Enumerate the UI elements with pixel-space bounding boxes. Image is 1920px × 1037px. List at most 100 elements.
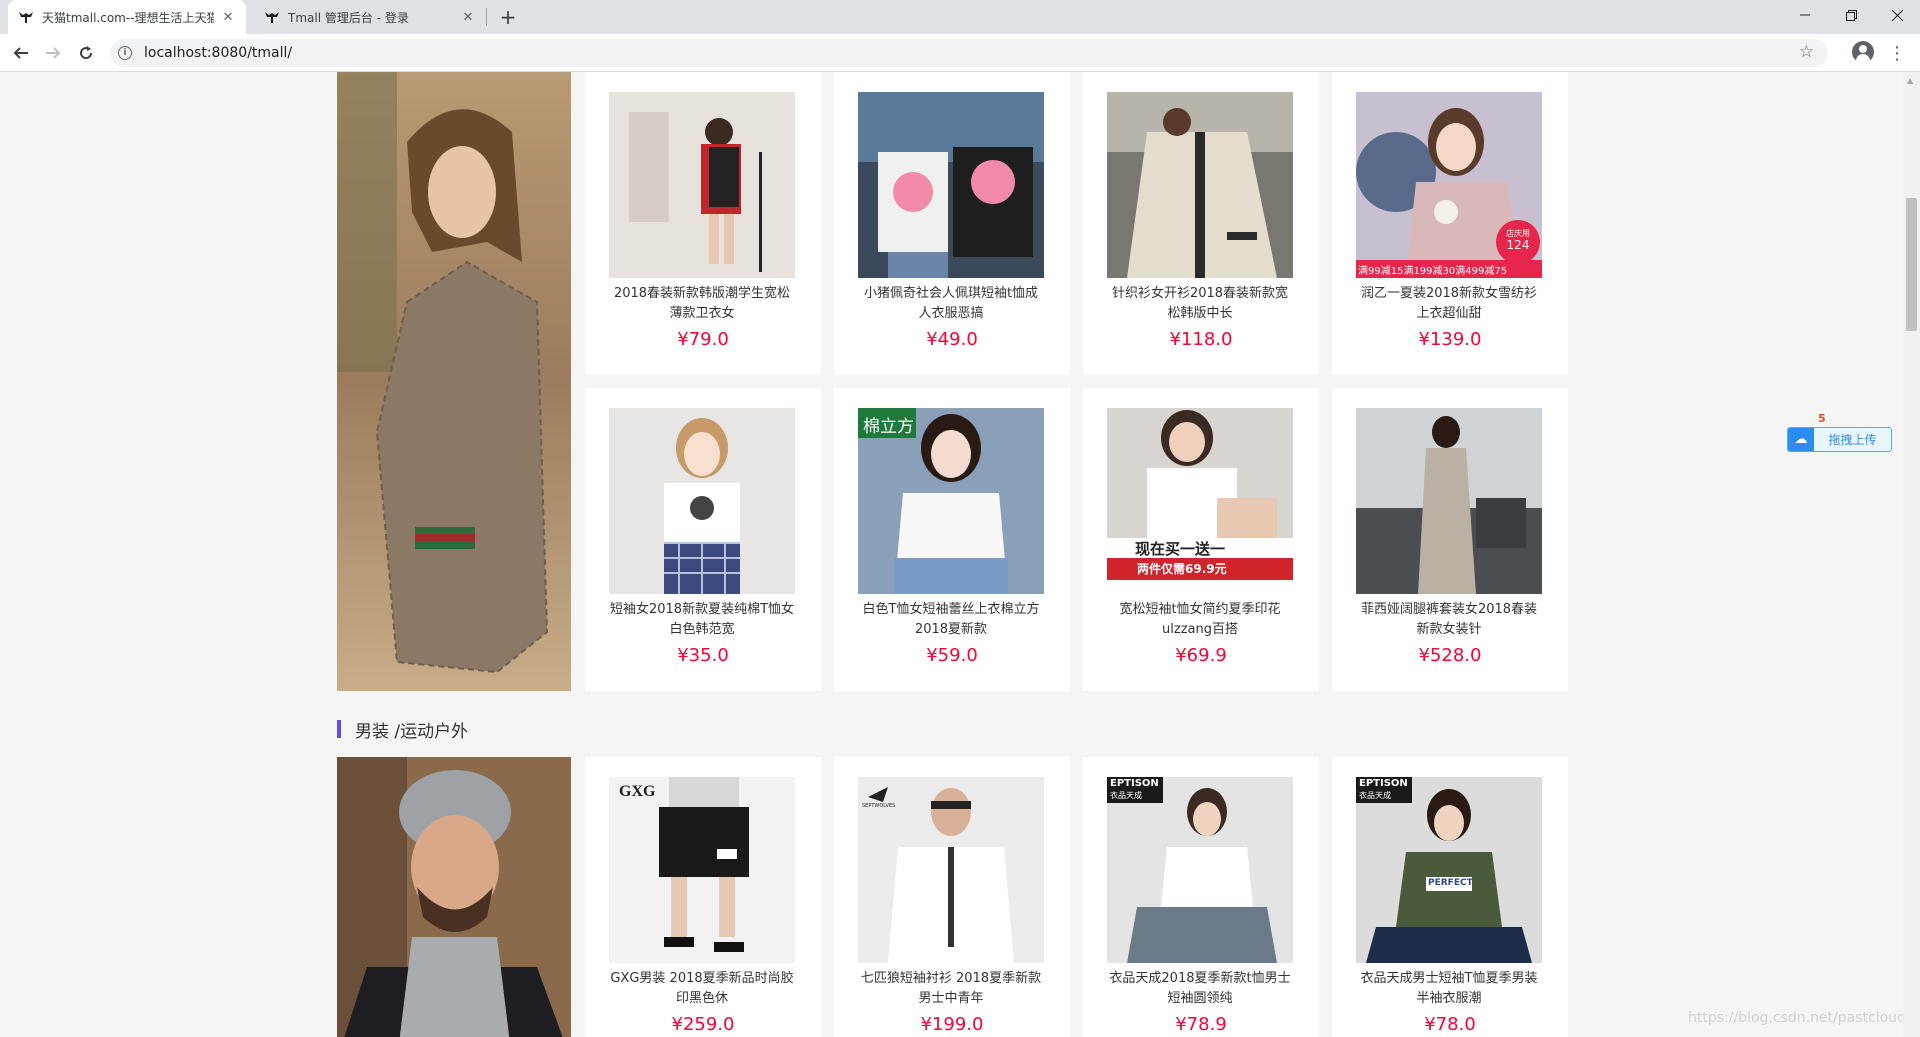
- reload-icon[interactable]: [74, 41, 98, 65]
- page-viewport: 2018春装新款韩版潮学生宽松薄款卫衣女 ¥79.0 小猪佩奇社会人佩琪短袖t恤…: [0, 72, 1903, 1037]
- product-name[interactable]: 短袖女2018新款夏装纯棉T恤女白色韩范宽: [609, 600, 795, 640]
- category-title[interactable]: 男装 /运动户外: [337, 719, 469, 742]
- product-image[interactable]: 棉立方: [858, 408, 1044, 594]
- product-price: ¥49.0: [926, 329, 978, 350]
- product-name[interactable]: 2018春装新款韩版潮学生宽松薄款卫衣女: [609, 284, 795, 324]
- product-image[interactable]: [609, 92, 795, 278]
- category-accent-bar: [337, 720, 341, 738]
- product-name[interactable]: 白色T恤女短袖蕾丝上衣棉立方2018夏新款: [858, 600, 1044, 640]
- product-name[interactable]: 菲西娅阔腿裤套装女2018春装新款女装针: [1356, 600, 1542, 640]
- drag-upload-widget[interactable]: ☁ 拖拽上传: [1787, 427, 1892, 452]
- csdn-watermark: https://blog.csdn.net/pastclouds: [1688, 1010, 1903, 1026]
- product-image[interactable]: 满99减15满199减30满499减75 店庆用 124: [1356, 92, 1542, 278]
- forward-icon[interactable]: [41, 41, 65, 65]
- product-image[interactable]: [1107, 92, 1293, 278]
- html5-badge-icon[interactable]: 5: [1818, 412, 1826, 425]
- product-name[interactable]: GXG男装 2018夏季新品时尚胶印黑色休: [609, 969, 795, 1009]
- product-price: ¥259.0: [671, 1014, 735, 1035]
- product-card[interactable]: EPTISON 衣品天成 PERFECT 衣品天成男士短袖T恤夏季男装半袖衣服潮…: [1332, 757, 1568, 1037]
- browser-tab-admin[interactable]: Tmall 管理后台 - 登录 ✕: [254, 0, 486, 34]
- product-image[interactable]: GXG: [609, 777, 795, 963]
- restore-icon[interactable]: [1828, 0, 1874, 30]
- perfect-print: PERFECT: [1428, 878, 1473, 888]
- product-image[interactable]: 现在买一送一 两件仅需69.9元: [1107, 408, 1293, 594]
- category-title-text: 男装 /运动户外: [355, 721, 469, 742]
- product-card[interactable]: SEPTWOLVES 七匹狼短袖衬衫 2018夏季新款男士中青年 ¥199.0: [834, 757, 1070, 1037]
- new-tab-icon[interactable]: +: [496, 5, 520, 29]
- womens-banner-image[interactable]: [337, 72, 571, 691]
- product-card[interactable]: 满99减15满199减30满499减75 店庆用 124 润乙一夏装2018新款…: [1332, 72, 1568, 375]
- product-price: ¥35.0: [677, 645, 729, 666]
- product-image[interactable]: [858, 92, 1044, 278]
- product-image[interactable]: [1356, 408, 1542, 594]
- browser-toolbar: i localhost:8080/tmall/ ☆ ⋮: [0, 34, 1920, 72]
- tab-separator: [486, 8, 487, 26]
- eptison-sub: 衣品天成: [1110, 791, 1142, 800]
- product-name[interactable]: 宽松短袖t恤女简约夏季印花ulzzang百搭: [1107, 600, 1293, 640]
- cloud-icon: ☁: [1788, 428, 1814, 451]
- product-card[interactable]: 棉立方 白色T恤女短袖蕾丝上衣棉立方2018夏新款 ¥59.0: [834, 388, 1070, 691]
- product-price: ¥69.9: [1175, 645, 1227, 666]
- womens-floor: 2018春装新款韩版潮学生宽松薄款卫衣女 ¥79.0 小猪佩奇社会人佩琪短袖t恤…: [337, 72, 1568, 691]
- product-name[interactable]: 衣品天成2018夏季新款t恤男士短袖圆领纯: [1107, 969, 1293, 1009]
- url-text: localhost:8080/tmall/: [144, 45, 293, 61]
- vertical-scrollbar[interactable]: ▲: [1903, 72, 1920, 1037]
- promo-strip: 满99减15满199减30满499减75: [1358, 266, 1508, 277]
- product-price: ¥59.0: [926, 645, 978, 666]
- product-name[interactable]: 针织衫女开衫2018春装新款宽松韩版中长: [1107, 284, 1293, 324]
- product-price: ¥78.9: [1175, 1014, 1227, 1035]
- product-image[interactable]: [609, 408, 795, 594]
- septwolves-logo: SEPTWOLVES: [862, 803, 896, 809]
- product-card[interactable]: 短袖女2018新款夏装纯棉T恤女白色韩范宽 ¥35.0: [585, 388, 821, 691]
- minimize-icon[interactable]: [1782, 0, 1828, 30]
- scroll-thumb[interactable]: [1906, 198, 1917, 331]
- eptison-logo: EPTISON: [1110, 778, 1159, 789]
- product-price: ¥199.0: [920, 1014, 984, 1035]
- tab-title: 天猫tmall.com--理想生活上天猫: [42, 10, 214, 25]
- product-image[interactable]: EPTISON 衣品天成: [1107, 777, 1293, 963]
- bookmark-star-icon[interactable]: ☆: [1799, 42, 1814, 62]
- product-price: ¥79.0: [677, 329, 729, 350]
- browser-tabstrip: 天猫tmall.com--理想生活上天猫 ✕ Tmall 管理后台 - 登录 ✕…: [0, 0, 1920, 34]
- window-close-icon[interactable]: [1874, 0, 1920, 30]
- product-price: ¥139.0: [1418, 329, 1482, 350]
- buy-banner-sub: 两件仅需69.9元: [1137, 562, 1227, 576]
- product-card[interactable]: 2018春装新款韩版潮学生宽松薄款卫衣女 ¥79.0: [585, 72, 821, 375]
- eptison-logo: EPTISON: [1359, 778, 1408, 789]
- gxg-logo: GXG: [619, 783, 656, 800]
- product-card[interactable]: 菲西娅阔腿裤套装女2018春装新款女装针 ¥528.0: [1332, 388, 1568, 691]
- profile-icon[interactable]: [1852, 41, 1874, 63]
- product-name[interactable]: 小猪佩奇社会人佩琪短袖t恤成人衣服恶搞: [858, 284, 1044, 324]
- mens-banner-image[interactable]: [337, 757, 571, 1037]
- info-icon[interactable]: i: [118, 46, 132, 60]
- close-icon[interactable]: ✕: [460, 9, 476, 25]
- buy-banner: 现在买一送一: [1135, 540, 1226, 558]
- product-name[interactable]: 润乙一夏装2018新款女雪纺衫上衣超仙甜: [1356, 284, 1542, 324]
- back-icon[interactable]: [9, 41, 33, 65]
- product-price: ¥78.0: [1424, 1014, 1476, 1035]
- scroll-up-arrow-icon[interactable]: ▲: [1907, 76, 1913, 85]
- promo-badge-price: 124: [1506, 238, 1530, 252]
- product-price: ¥528.0: [1418, 645, 1482, 666]
- product-image[interactable]: SEPTWOLVES: [858, 777, 1044, 963]
- product-name[interactable]: 七匹狼短袖衬衫 2018夏季新款男士中青年: [858, 969, 1044, 1009]
- menu-dots-icon[interactable]: ⋮: [1888, 41, 1906, 65]
- product-card[interactable]: EPTISON 衣品天成 衣品天成2018夏季新款t恤男士短袖圆领纯 ¥78.9: [1083, 757, 1319, 1037]
- address-bar[interactable]: i localhost:8080/tmall/ ☆: [110, 39, 1828, 67]
- product-card[interactable]: 小猪佩奇社会人佩琪短袖t恤成人衣服恶搞 ¥49.0: [834, 72, 1070, 375]
- tmall-cat-icon: [18, 9, 34, 25]
- close-icon[interactable]: ✕: [220, 9, 236, 25]
- upload-label: 拖拽上传: [1828, 433, 1877, 447]
- tab-title: Tmall 管理后台 - 登录: [288, 10, 409, 25]
- product-name[interactable]: 衣品天成男士短袖T恤夏季男装半袖衣服潮: [1356, 969, 1542, 1009]
- tmall-cat-icon: [264, 9, 280, 25]
- product-card[interactable]: 现在买一送一 两件仅需69.9元 宽松短袖t恤女简约夏季印花ulzzang百搭 …: [1083, 388, 1319, 691]
- mens-floor: GXG GXG男装 2018夏季新品时尚胶印黑色休 ¥259.0 SEPTWOL…: [337, 757, 1568, 1037]
- cotton-tag: 棉立方: [863, 417, 914, 437]
- product-card[interactable]: GXG GXG男装 2018夏季新品时尚胶印黑色休 ¥259.0: [585, 757, 821, 1037]
- product-image[interactable]: EPTISON 衣品天成 PERFECT: [1356, 777, 1542, 963]
- browser-tab-active[interactable]: 天猫tmall.com--理想生活上天猫 ✕: [8, 0, 246, 34]
- product-card[interactable]: 针织衫女开衫2018春装新款宽松韩版中长 ¥118.0: [1083, 72, 1319, 375]
- eptison-sub: 衣品天成: [1359, 791, 1391, 800]
- product-price: ¥118.0: [1169, 329, 1233, 350]
